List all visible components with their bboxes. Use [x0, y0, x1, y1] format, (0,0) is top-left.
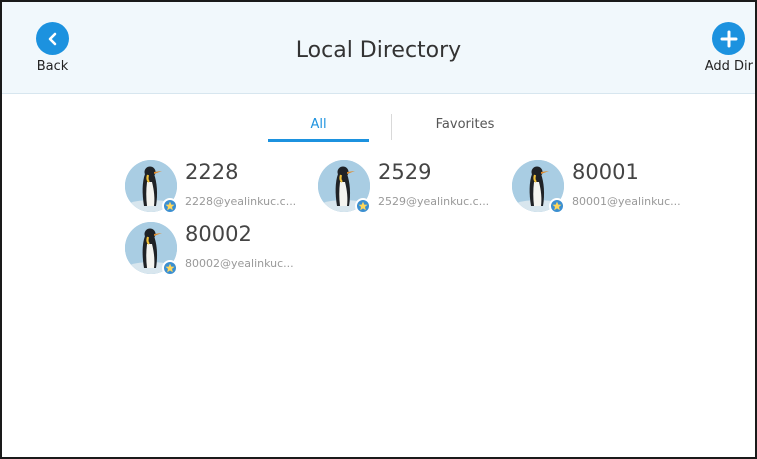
screen: Back Local Directory Add Dir All Favorit…: [0, 0, 757, 459]
contact-item[interactable]: 80001 80001@yealinkuc...: [512, 160, 697, 220]
contact-name: 2529: [378, 160, 432, 184]
tab-divider: [391, 114, 392, 140]
add-dir-button[interactable]: Add Dir: [705, 22, 753, 74]
star-icon: [549, 198, 565, 214]
contact-email: 2529@yealinkuc.c...: [378, 195, 490, 208]
contact-name: 80002: [185, 222, 252, 246]
tab-bar: All Favorites: [2, 114, 755, 144]
contact-item[interactable]: 2228 2228@yealinkuc.c...: [125, 160, 310, 220]
contact-name: 80001: [572, 160, 639, 184]
contact-email: 80002@yealinkuc...: [185, 257, 294, 270]
plus-icon: [712, 22, 746, 55]
active-tab-indicator: [268, 139, 369, 142]
contact-email: 2228@yealinkuc.c...: [185, 195, 297, 208]
tab-favorites-label: Favorites: [435, 117, 495, 132]
tab-all[interactable]: All: [268, 114, 369, 142]
star-icon: [355, 198, 371, 214]
add-dir-label: Add Dir: [704, 59, 753, 74]
star-icon: [162, 260, 178, 276]
contact-name: 2228: [185, 160, 239, 184]
tab-favorites[interactable]: Favorites: [422, 114, 508, 142]
contact-email: 80001@yealinkuc...: [572, 195, 681, 208]
contact-item[interactable]: 2529 2529@yealinkuc.c...: [318, 160, 503, 220]
header-bar: Back Local Directory Add Dir: [2, 2, 755, 94]
contact-item[interactable]: 80002 80002@yealinkuc...: [125, 222, 310, 282]
tab-all-label: All: [310, 117, 327, 132]
page-title: Local Directory: [295, 38, 462, 63]
star-icon: [162, 198, 178, 214]
